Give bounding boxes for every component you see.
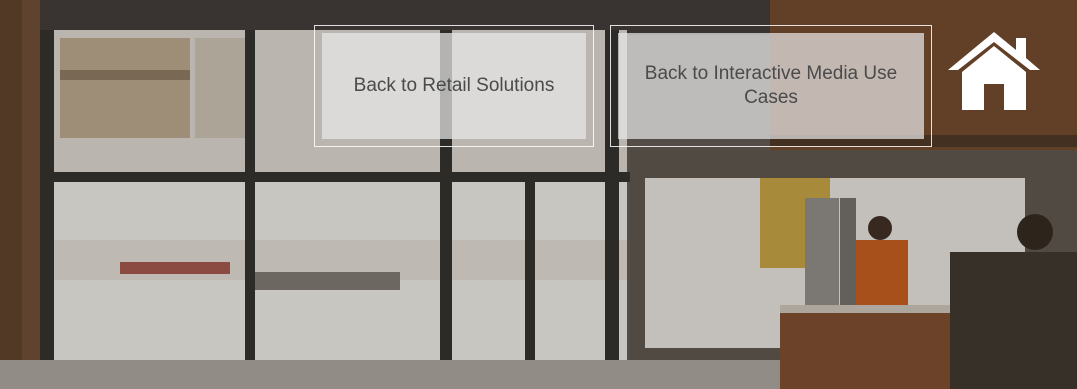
back-to-retail-solutions-button[interactable]: Back to Retail Solutions [314, 25, 594, 147]
back-to-interactive-media-button[interactable]: Back to Interactive Media Use Cases [610, 25, 932, 147]
home-icon[interactable] [946, 30, 1042, 110]
back-to-retail-solutions-label: Back to Retail Solutions [322, 33, 586, 139]
back-to-interactive-media-label: Back to Interactive Media Use Cases [618, 33, 924, 139]
